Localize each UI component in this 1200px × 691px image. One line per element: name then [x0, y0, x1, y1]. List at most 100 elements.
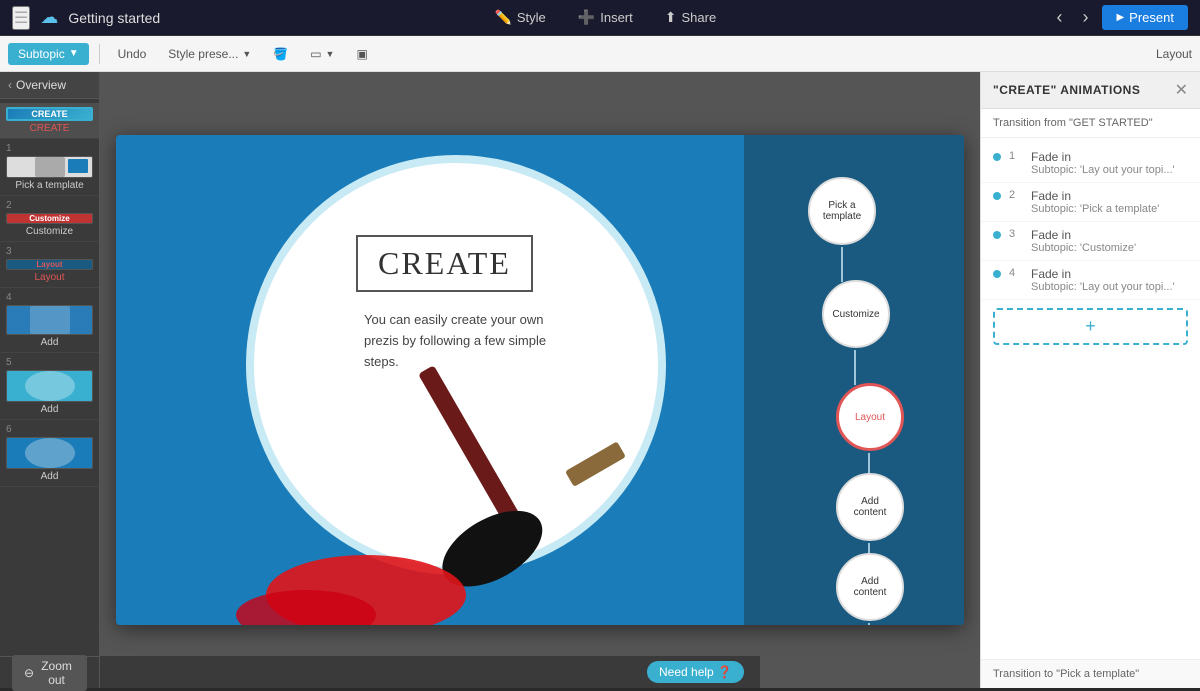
slide-number-1: 1 [6, 143, 12, 154]
slide-thumb-6 [6, 437, 93, 469]
slide-label-5: Add [41, 404, 59, 415]
slide-item-4[interactable]: 4 Add [0, 288, 99, 353]
slide-item-0[interactable]: CREATE CREATE [0, 103, 99, 139]
slide-thumb-3: Layout [6, 259, 93, 270]
anim-content-4: Fade in Subtopic: 'Lay out your topi...' [1031, 267, 1188, 293]
menu-button[interactable]: ☰ [12, 6, 30, 30]
slide-item-6[interactable]: 6 Add [0, 420, 99, 487]
slide-number-3: 3 [6, 246, 12, 257]
app-title: Getting started [68, 10, 160, 26]
border-icon: ▭ [310, 47, 321, 61]
zoom-out-button[interactable]: ⊖ Zoom out [12, 655, 87, 691]
slide-item-5[interactable]: 5 Add [0, 353, 99, 420]
main-content: ‹ Overview CREATE CREATE 1 Pick a templa… [0, 72, 1200, 688]
anim-number-2: 2 [1009, 189, 1023, 201]
right-panel-title: "CREATE" ANIMATIONS [993, 83, 1140, 97]
slide-thumb-4 [6, 305, 93, 335]
anim-content-1: Fade in Subtopic: 'Lay out your topi...' [1031, 150, 1188, 176]
anim-bullet-1 [993, 153, 1001, 161]
bottom-bar: ⊖ Zoom out [0, 656, 99, 688]
connector-1 [841, 247, 843, 282]
create-subtitle: You can easily create your own prezis by… [364, 310, 564, 372]
slide-label-2: Customize [26, 226, 73, 237]
top-bar: ☰ ☁ Getting started ✏️ Style ➕ Insert ⬆ … [0, 0, 1200, 36]
next-button[interactable]: › [1076, 5, 1094, 30]
slide-number-2: 2 [6, 200, 12, 211]
left-panel: ‹ Overview CREATE CREATE 1 Pick a templa… [0, 72, 100, 688]
animation-item-2: 2 Fade in Subtopic: 'Pick a template' [981, 183, 1200, 222]
share-button[interactable]: ⬆ Share [651, 4, 730, 31]
slide-list: CREATE CREATE 1 Pick a template 2 Custom… [0, 99, 99, 656]
style-dropdown-icon: ▼ [242, 49, 251, 59]
anim-sub-3: Subtopic: 'Customize' [1031, 242, 1188, 254]
canvas-wrapper: CREATE You can easily create your own pr… [100, 72, 980, 688]
node-layout[interactable]: Layout [836, 383, 904, 451]
panel-collapse-icon[interactable]: ‹ [8, 78, 12, 92]
anim-bullet-3 [993, 231, 1001, 239]
anim-type-3: Fade in [1031, 228, 1188, 242]
add-animation-button[interactable]: + [993, 308, 1188, 345]
border-dropdown-icon: ▼ [326, 49, 335, 59]
toolbar: Subtopic ▼ Undo Style prese... ▼ 🪣 ▭ ▼ ▣… [0, 36, 1200, 72]
need-help-button[interactable]: Need help ❓ [647, 661, 744, 683]
style-icon: ✏️ [494, 9, 511, 26]
anim-sub-1: Subtopic: 'Lay out your topi...' [1031, 164, 1188, 176]
anim-sub-2: Subtopic: 'Pick a template' [1031, 203, 1188, 215]
layout-icon: ▣ [356, 47, 367, 61]
anim-type-2: Fade in [1031, 189, 1188, 203]
zoom-icon: ⊖ [24, 666, 34, 680]
top-bar-right: ‹ › Present [1050, 5, 1188, 30]
slide-item-3[interactable]: 3 Layout Layout [0, 242, 99, 288]
present-button[interactable]: Present [1102, 5, 1188, 30]
slide-label-1: Pick a template [15, 180, 83, 191]
style-preset-button[interactable]: Style prese... ▼ [160, 43, 259, 65]
slide-thumb-5 [6, 370, 93, 402]
anim-number-1: 1 [1009, 150, 1023, 162]
prev-button[interactable]: ‹ [1050, 5, 1068, 30]
insert-icon: ➕ [578, 9, 595, 26]
anim-bullet-4 [993, 270, 1001, 278]
slide-number-5: 5 [6, 357, 12, 368]
anim-type-1: Fade in [1031, 150, 1188, 164]
slide-label-4: Add [41, 337, 59, 348]
node-add-content-1[interactable]: Addcontent [836, 473, 904, 541]
slide-label-6: Add [41, 471, 59, 482]
anim-number-3: 3 [1009, 228, 1023, 240]
insert-button[interactable]: ➕ Insert [564, 4, 647, 31]
animation-item-1: 1 Fade in Subtopic: 'Lay out your topi..… [981, 144, 1200, 183]
fill-button[interactable]: 🪣 [265, 43, 296, 65]
connector-2 [854, 350, 856, 385]
anim-sub-4: Subtopic: 'Lay out your topi...' [1031, 281, 1188, 293]
slide-item-2[interactable]: 2 Customize Customize [0, 196, 99, 242]
node-pick-template[interactable]: Pick atemplate [808, 177, 876, 245]
anim-content-2: Fade in Subtopic: 'Pick a template' [1031, 189, 1188, 215]
slide-thumb-2: Customize [6, 213, 93, 224]
close-panel-button[interactable]: ✕ [1175, 80, 1188, 100]
share-icon: ⬆ [665, 9, 677, 26]
slide-item-1[interactable]: 1 Pick a template [0, 139, 99, 196]
anim-type-4: Fade in [1031, 267, 1188, 281]
transition-from-label: Transition from "GET STARTED" [981, 109, 1200, 138]
thumb-create-label: CREATE [31, 109, 67, 119]
slide-number-4: 4 [6, 292, 12, 303]
slide-thumb-0: CREATE [6, 107, 93, 121]
border-button[interactable]: ▭ ▼ [302, 43, 342, 65]
canvas-area: CREATE You can easily create your own pr… [100, 72, 980, 688]
cloud-icon: ☁ [40, 7, 58, 28]
animation-item-4: 4 Fade in Subtopic: 'Lay out your topi..… [981, 261, 1200, 300]
slide-label-0: CREATE [30, 123, 70, 134]
transition-to-label: Transition to "Pick a template" [981, 659, 1200, 688]
anim-content-3: Fade in Subtopic: 'Customize' [1031, 228, 1188, 254]
anim-bullet-2 [993, 192, 1001, 200]
undo-button[interactable]: Undo [110, 43, 155, 65]
node-customize[interactable]: Customize [822, 280, 890, 348]
connector-5 [868, 623, 870, 625]
layout-toggle-button[interactable]: ▣ [348, 43, 375, 65]
style-button[interactable]: ✏️ Style [480, 4, 559, 31]
subtopic-button[interactable]: Subtopic ▼ [8, 43, 89, 65]
animation-item-3: 3 Fade in Subtopic: 'Customize' [981, 222, 1200, 261]
create-title-box: CREATE [356, 235, 533, 292]
toolbar-separator [99, 44, 100, 64]
slide-canvas[interactable]: CREATE You can easily create your own pr… [116, 135, 964, 625]
node-add-content-2[interactable]: Addcontent [836, 553, 904, 621]
